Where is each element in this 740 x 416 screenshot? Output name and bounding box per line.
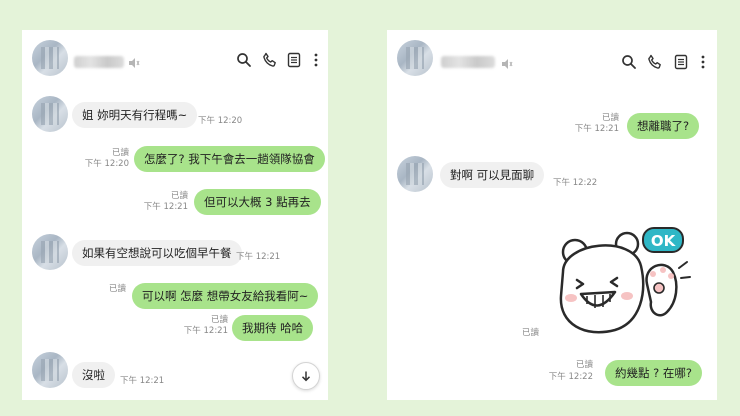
message-bubble-incoming[interactable]: 對啊 可以見面聊 [440,162,545,188]
read-receipt: 已讀 [521,328,539,338]
more-icon[interactable] [695,54,711,70]
contact-avatar[interactable] [397,40,433,76]
message-time: 下午 12:21 [143,202,188,212]
message-bubble-outgoing[interactable]: 約幾點 ? 在哪? [605,360,703,386]
contact-name-blurred [441,56,495,68]
message-time: 下午 12:20 [198,116,243,126]
read-receipt: 已讀 [170,191,188,201]
message-time: 下午 12:22 [548,372,593,382]
chat-panel-left: 姐 妳明天有行程嗎~ 下午 12:20 已讀 下午 12:20 怎麼了? 我下午… [22,30,328,400]
bear-ok-sticker[interactable]: OK [555,222,705,342]
message-bubble-outgoing[interactable]: 想離職了? [627,113,700,139]
speaker-muted-icon [501,55,513,69]
message-time: 下午 12:21 [120,376,165,386]
phone-icon[interactable] [262,52,278,68]
contact-avatar[interactable] [32,234,68,270]
message-bubble-outgoing[interactable]: 我期待 哈哈 [232,315,314,341]
speaker-muted-icon [128,54,140,68]
scroll-to-bottom-button[interactable] [292,362,320,390]
message-bubble-incoming[interactable]: 姐 妳明天有行程嗎~ [72,102,198,128]
contact-avatar[interactable] [32,96,68,132]
message-bubble-outgoing[interactable]: 但可以大概 3 點再去 [194,189,321,215]
message-time: 下午 12:20 [84,159,129,169]
contact-avatar[interactable] [397,156,433,192]
arrow-down-icon [300,367,312,386]
message-bubble-outgoing[interactable]: 可以啊 怎麼 想帶女友給我看阿~ [132,283,319,309]
chat-panel-right: 已讀 下午 12:21 想離職了? 對啊 可以見面聊 下午 12:22 已讀 O… [387,30,717,400]
message-time: 下午 12:21 [574,124,619,134]
search-icon[interactable] [621,54,637,70]
message-time: 下午 12:21 [236,252,281,262]
more-icon[interactable] [308,52,324,68]
search-icon[interactable] [236,52,252,68]
contact-name-blurred [74,56,124,68]
notes-icon[interactable] [286,52,302,68]
read-receipt: 已讀 [210,315,228,325]
read-receipt: 已讀 [601,113,619,123]
message-time: 下午 12:22 [553,178,598,188]
read-receipt: 已讀 [108,284,126,294]
read-receipt: 已讀 [575,360,593,370]
notes-icon[interactable] [673,54,689,70]
chat-header [22,30,328,86]
message-bubble-incoming[interactable]: 沒啦 [72,362,115,388]
message-bubble-outgoing[interactable]: 怎麼了? 我下午會去一趟領隊協會 [134,146,325,172]
contact-avatar[interactable] [32,352,68,388]
chat-header [387,30,717,86]
phone-icon[interactable] [647,54,663,70]
message-bubble-incoming[interactable]: 如果有空想說可以吃個早午餐 [72,240,242,266]
message-time: 下午 12:21 [183,326,228,336]
read-receipt: 已讀 [111,148,129,158]
sticker-ok-label: OK [651,232,677,250]
contact-avatar[interactable] [32,40,68,76]
